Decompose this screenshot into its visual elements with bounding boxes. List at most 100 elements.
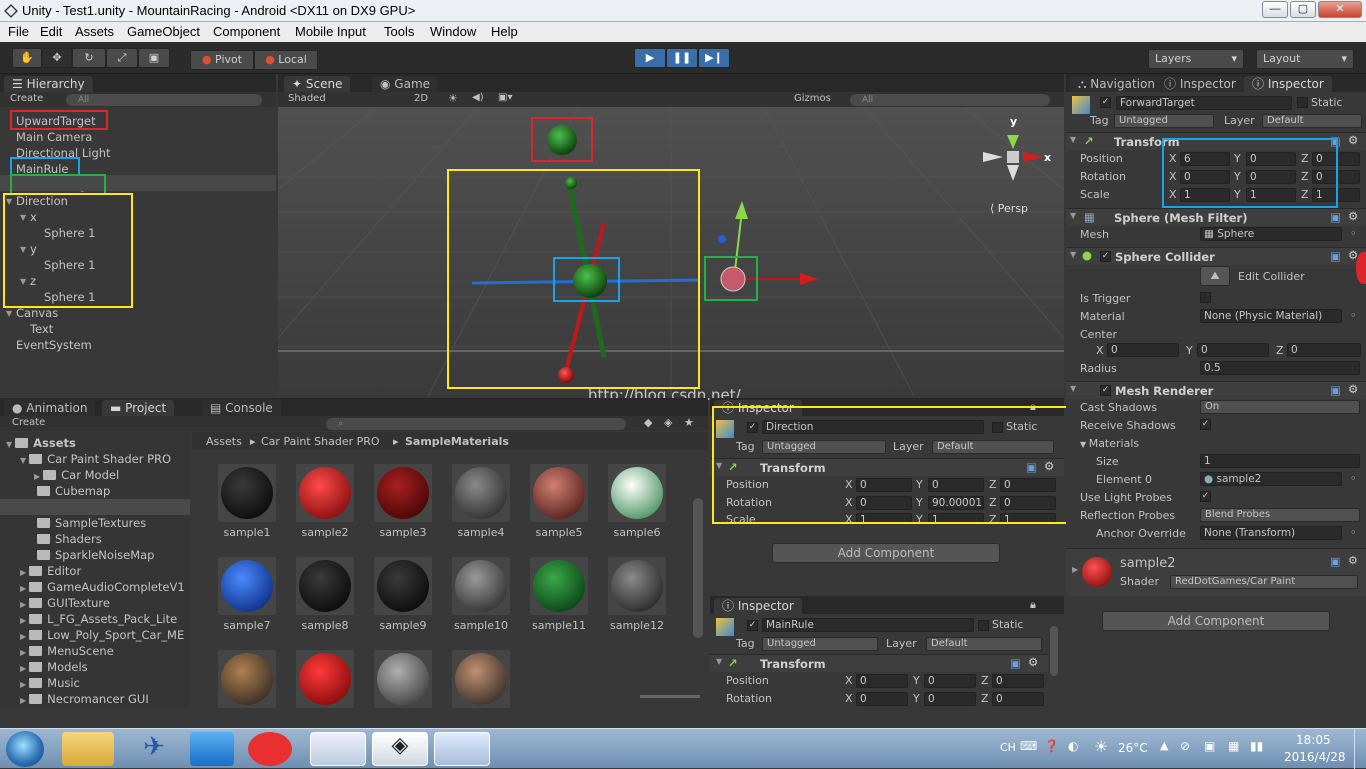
- folder-tree-item[interactable]: SparkleNoiseMap: [34, 548, 154, 562]
- input-lang[interactable]: CH: [1000, 741, 1016, 754]
- element0-field[interactable]: ● sample2: [1200, 472, 1342, 486]
- help-icon[interactable]: ▣: [1330, 383, 1341, 397]
- start-button[interactable]: [6, 731, 44, 767]
- edit-collider-button[interactable]: ⛰: [1200, 266, 1230, 286]
- active-checkbox[interactable]: ✓: [747, 620, 758, 631]
- play-button[interactable]: ▶: [634, 48, 666, 68]
- foldout-icon[interactable]: ▶: [20, 680, 26, 689]
- tab-scene[interactable]: ✦ Scene: [284, 76, 351, 92]
- show-desktop-button[interactable]: [1354, 729, 1366, 769]
- filter-type-icon[interactable]: ◆: [644, 416, 652, 429]
- help-icon[interactable]: ▣: [1010, 656, 1021, 670]
- gear-icon[interactable]: ⚙: [1348, 209, 1358, 223]
- material-thumbnail[interactable]: [296, 650, 354, 708]
- move-tool-icon[interactable]: ✥: [42, 48, 72, 68]
- mesh-renderer-enabled-checkbox[interactable]: ✓: [1100, 385, 1111, 396]
- keyboard-icon[interactable]: ⌨: [1020, 739, 1037, 753]
- project-create-button[interactable]: Create: [12, 417, 45, 428]
- menu-edit[interactable]: Edit: [40, 24, 62, 39]
- breadcrumb-samplematerials[interactable]: SampleMaterials: [405, 435, 509, 448]
- material-thumbnail[interactable]: [296, 464, 354, 522]
- menu-component[interactable]: Component: [213, 24, 280, 39]
- center-z-field[interactable]: 0: [1287, 343, 1361, 357]
- persp-label[interactable]: ⟨ Persp: [990, 202, 1028, 215]
- tab-animation[interactable]: ● Animation: [4, 400, 96, 416]
- local-toggle[interactable]: ● Local: [254, 50, 318, 70]
- material-thumbnail[interactable]: [296, 557, 354, 615]
- gear-icon[interactable]: ⚙: [1348, 382, 1358, 396]
- pause-button[interactable]: ❚❚: [666, 48, 698, 68]
- volume-icon[interactable]: ▮▮: [1250, 739, 1263, 753]
- lock-icon[interactable]: 🔒︎: [1030, 598, 1036, 612]
- active-checkbox[interactable]: ✓: [1100, 97, 1111, 108]
- tag-dropdown[interactable]: Untagged: [762, 637, 878, 651]
- mesh-filter-header[interactable]: ▼ ▦ Sphere (Mesh Filter) ▣ ⚙: [1066, 208, 1366, 226]
- folder-tree-item[interactable]: ▶ Low_Poly_Sport_Car_ME: [20, 628, 184, 642]
- hierarchy-item[interactable]: Canvas: [16, 306, 58, 320]
- minimize-button[interactable]: —: [1262, 1, 1288, 18]
- menu-assets[interactable]: Assets: [75, 24, 114, 39]
- menu-window[interactable]: Window: [430, 24, 476, 39]
- tag-dropdown[interactable]: Untagged: [1114, 114, 1214, 128]
- foldout-icon[interactable]: ▶: [20, 696, 26, 705]
- project-search-input[interactable]: ⌕: [326, 418, 626, 430]
- tray-icon[interactable]: ◐: [1068, 739, 1078, 753]
- thumb-size-slider[interactable]: [640, 695, 700, 698]
- mode-2d-toggle[interactable]: 2D: [414, 93, 428, 104]
- material-thumbnail[interactable]: [530, 464, 588, 522]
- gameobject-name-field[interactable]: ForwardTarget: [1116, 96, 1292, 110]
- layer-dropdown[interactable]: Default: [1262, 114, 1362, 128]
- foldout-icon[interactable]: ▶: [20, 568, 26, 577]
- breadcrumb-car-paint[interactable]: Car Paint Shader PRO: [261, 435, 380, 448]
- folder-tree-item[interactable]: SampleTextures: [34, 516, 146, 530]
- foldout-icon[interactable]: ▶: [20, 600, 26, 609]
- menu-mobile-input[interactable]: Mobile Input: [295, 24, 366, 39]
- rect-tool-icon[interactable]: ▣: [138, 48, 170, 68]
- menu-tools[interactable]: Tools: [384, 24, 414, 39]
- sogou-icon[interactable]: [310, 732, 366, 766]
- object-picker-icon[interactable]: ◦: [1350, 526, 1357, 539]
- folder-tree-item[interactable]: ▶ Necromancer GUI: [20, 692, 149, 706]
- hierarchy-search-input[interactable]: All: [66, 94, 262, 106]
- show-hidden-icons[interactable]: ▲: [1160, 739, 1168, 752]
- scale-tool-icon[interactable]: ⤢: [106, 48, 138, 68]
- folder-tree-item[interactable]: ▶ Models: [20, 660, 88, 674]
- audio-icon[interactable]: ◀): [472, 92, 484, 103]
- materials-label[interactable]: ▼ Materials: [1080, 437, 1139, 450]
- is-trigger-checkbox[interactable]: [1200, 292, 1211, 303]
- help-tray-icon[interactable]: ❓: [1044, 739, 1059, 753]
- menu-gameobject[interactable]: GameObject: [127, 24, 200, 39]
- folder-tree-item[interactable]: ▶ MenuScene: [20, 644, 114, 658]
- add-component-button[interactable]: Add Component: [772, 543, 1000, 563]
- menu-file[interactable]: File: [8, 24, 29, 39]
- close-button[interactable]: ✕: [1318, 1, 1362, 18]
- material-thumbnail[interactable]: [530, 557, 588, 615]
- material-thumbnail[interactable]: [608, 557, 666, 615]
- foldout-icon[interactable]: ▶: [20, 664, 26, 673]
- mesh-field[interactable]: ▦ Sphere: [1200, 227, 1342, 241]
- tab-navigation[interactable]: ⛬ Navigation: [1070, 76, 1163, 92]
- materials-size-field[interactable]: 1: [1200, 454, 1360, 468]
- effects-icon[interactable]: ▣▾: [498, 92, 512, 103]
- breadcrumb-assets[interactable]: Assets: [206, 435, 242, 448]
- gizmos-dropdown[interactable]: Gizmos: [794, 93, 831, 104]
- hierarchy-item[interactable]: EventSystem: [16, 338, 92, 352]
- cast-shadows-dropdown[interactable]: On: [1200, 400, 1360, 414]
- unity-taskbar-icon[interactable]: ◈: [372, 732, 428, 766]
- position-z-field[interactable]: 0: [992, 674, 1044, 688]
- help-icon[interactable]: ▣: [1330, 249, 1341, 263]
- lighting-icon[interactable]: ☀: [448, 92, 458, 105]
- foldout-icon[interactable]: ▼: [6, 440, 12, 449]
- center-y-field[interactable]: 0: [1197, 343, 1269, 357]
- material-thumbnail[interactable]: [452, 464, 510, 522]
- add-component-button[interactable]: Add Component: [1102, 611, 1330, 631]
- foldout-icon[interactable]: ▶: [20, 584, 26, 593]
- folder-tree-item[interactable]: ▼ Car Paint Shader PRO: [20, 452, 171, 466]
- folder-tree-item[interactable]: ▶ Car Model: [34, 468, 119, 482]
- hierarchy-item[interactable]: Main Camera: [16, 130, 92, 144]
- object-picker-icon[interactable]: ◦: [1350, 227, 1357, 240]
- folder-tree-item[interactable]: ▶ Editor: [20, 564, 81, 578]
- material-thumbnail[interactable]: [452, 557, 510, 615]
- maximize-button[interactable]: ▢: [1290, 1, 1316, 18]
- folder-tree-item[interactable]: ▶ GameAudioCompleteV1: [20, 580, 185, 594]
